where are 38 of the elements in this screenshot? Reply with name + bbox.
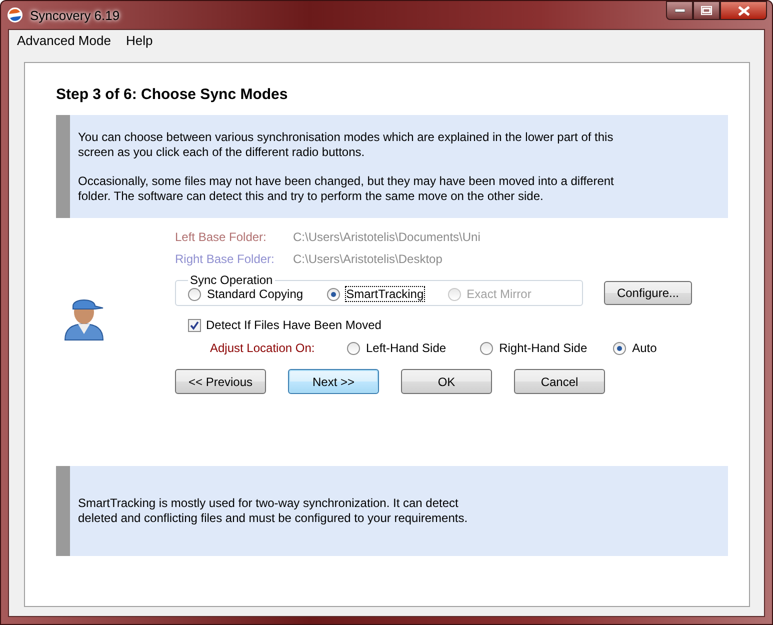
wizard-button[interactable]: << Previous	[175, 369, 266, 394]
option-label[interactable]: SmartTracking	[346, 287, 424, 301]
configure-button[interactable]: Configure...	[604, 281, 692, 305]
wizard-button[interactable]: OK	[401, 369, 492, 394]
description-text: SmartTracking is mostly used for two-way synchronization. It can detect deleted and conflicting files and must be configured to your requirements.	[78, 496, 468, 526]
step-title: Step 3 of 6: Choose Sync Modes	[56, 86, 289, 103]
radio-button[interactable]	[613, 342, 626, 354]
wizard-button[interactable]: Next >>	[288, 369, 379, 394]
folder-path: C:\Users\Aristotelis\Documents\Uni	[293, 230, 480, 244]
info-paragraph: Occasionally, some files may not have been changed, but they may have been moved into a different folder. The software can detect this and try to perform the same move on the other side.	[78, 174, 615, 204]
close-icon	[738, 6, 750, 16]
maximize-icon	[701, 6, 712, 15]
radio-button[interactable]	[327, 288, 340, 300]
minimize-icon	[674, 8, 684, 12]
radio-button[interactable]	[480, 342, 494, 354]
minimize-button[interactable]	[666, 1, 693, 20]
radio-button[interactable]	[347, 342, 360, 354]
checkbox-label: Detect If Files Have Been Moved	[206, 318, 382, 332]
window-title: Syncovery 6.19	[30, 8, 121, 22]
app-icon	[7, 7, 23, 23]
maximize-button[interactable]	[693, 1, 720, 20]
option-label[interactable]: Left-Hand Side	[366, 341, 446, 355]
info-paragraph: You can choose between various synchronisation modes which are explained in the lower part of this screen as you click each of the different radio buttons.	[78, 130, 614, 160]
option-label[interactable]: Standard Copying	[207, 287, 304, 301]
option-label[interactable]: Auto	[632, 341, 657, 355]
wizard-button[interactable]: Cancel	[514, 369, 605, 394]
group-label: Sync Operation	[189, 273, 274, 287]
folder-label: Right Base Folder:	[175, 252, 276, 266]
option-label[interactable]: Right-Hand Side	[499, 341, 588, 355]
radio-button[interactable]	[188, 288, 201, 300]
menu-item[interactable]: Advanced Mode	[11, 32, 117, 48]
option-label: Exact Mirror	[466, 287, 532, 301]
menu-item[interactable]: Help	[120, 32, 159, 48]
folder-label: Left Base Folder:	[175, 230, 268, 244]
adjust-label: Adjust Location On:	[210, 341, 316, 355]
close-button[interactable]	[720, 1, 767, 20]
checkbox[interactable]	[188, 318, 201, 332]
folder-path: C:\Users\Aristotelis\Desktop	[293, 252, 442, 266]
